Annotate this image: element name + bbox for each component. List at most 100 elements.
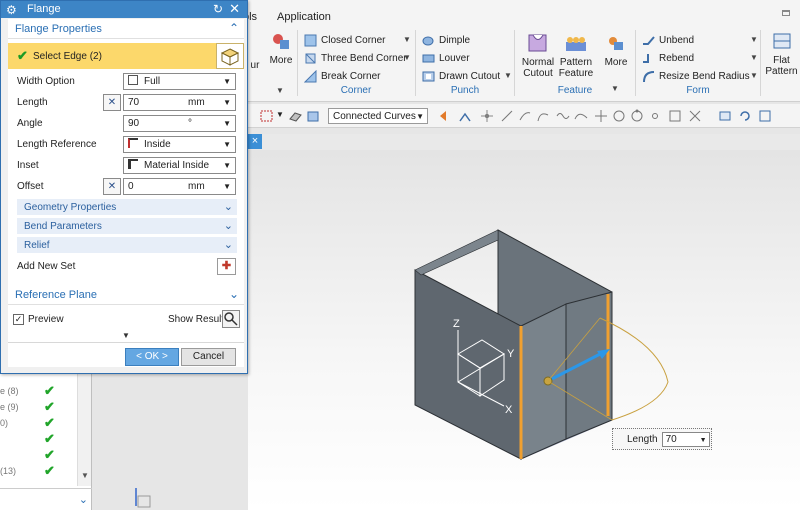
chevron-down-icon[interactable]: ▼ xyxy=(403,35,411,44)
closed-corner-button[interactable]: Closed Corner xyxy=(304,32,385,49)
chevron-down-icon[interactable]: ⌄ xyxy=(224,200,233,213)
stop-at-intersection-icon[interactable] xyxy=(438,109,452,123)
check-icon[interactable]: ✔ xyxy=(44,415,55,431)
circle-center-icon[interactable] xyxy=(612,109,626,123)
length-reference-select[interactable]: Inside ▼ xyxy=(123,136,236,153)
more-options-icon[interactable]: ▼ xyxy=(122,331,130,340)
grid-point-icon[interactable] xyxy=(668,109,682,123)
check-icon[interactable]: ✔ xyxy=(44,399,55,415)
select-body-icon[interactable] xyxy=(306,109,320,123)
graphics-viewport[interactable]: Z Y X xyxy=(135,150,800,510)
gear-icon[interactable]: ⚙ xyxy=(6,3,17,17)
flange-properties-header[interactable]: Flange Properties ⌃ xyxy=(8,19,244,39)
add-new-set-button[interactable]: ✚ xyxy=(217,258,236,275)
check-icon[interactable]: ✔ xyxy=(44,431,55,447)
length-callout[interactable]: Length 70 ▼ xyxy=(612,428,712,450)
navigator-collapsed-panel[interactable]: ⌄ xyxy=(0,488,92,510)
measure-icon[interactable]: ✕ xyxy=(103,94,121,111)
cancel-button[interactable]: Cancel xyxy=(181,348,236,366)
point-on-curve-icon[interactable] xyxy=(648,109,662,123)
list-item[interactable]: ✔ xyxy=(0,431,76,448)
close-icon[interactable]: × xyxy=(248,134,262,149)
follow-fillet-icon[interactable] xyxy=(458,109,472,123)
preview-checkbox[interactable]: ✓ xyxy=(13,314,24,325)
chevron-down-icon[interactable]: ▼ xyxy=(750,71,758,80)
length-input[interactable]: 70 mm ▼ xyxy=(123,94,236,111)
normal-cutout-button[interactable]: Normal Cutout xyxy=(521,32,555,79)
chevron-up-icon[interactable]: ⌃ xyxy=(229,21,239,35)
dimple-button[interactable]: Dimple xyxy=(422,32,470,49)
bend-parameters-section[interactable]: Bend Parameters ⌄ xyxy=(17,218,237,235)
chevron-down-icon[interactable]: ▼ xyxy=(403,53,411,62)
dimple-icon xyxy=(422,36,434,46)
refresh-icon[interactable] xyxy=(738,109,752,123)
window-restore-icon[interactable] xyxy=(782,10,790,16)
spline-icon[interactable] xyxy=(574,109,588,123)
check-icon[interactable]: ✔ xyxy=(44,463,55,479)
unbend-button[interactable]: Unbend xyxy=(642,32,694,49)
width-option-select[interactable]: Full ▼ xyxy=(123,73,236,90)
chevron-down-icon[interactable]: ⌄ xyxy=(224,238,233,251)
chevron-down-icon[interactable]: ▼ xyxy=(750,53,758,62)
length-callout-input[interactable]: 70 ▼ xyxy=(661,431,710,447)
break-corner-button[interactable]: Break Corner xyxy=(304,68,380,85)
chevron-down-icon[interactable]: ▼ xyxy=(504,71,512,80)
pattern-feature-button[interactable]: Pattern Feature xyxy=(557,32,595,79)
tab-application[interactable]: Application xyxy=(277,11,331,23)
chevron-down-icon[interactable]: ⌄ xyxy=(224,219,233,232)
list-item[interactable]: 0) ✔ xyxy=(0,415,76,432)
flat-pattern-button[interactable]: Flat Pattern xyxy=(763,30,800,77)
list-item[interactable]: (13) ✔ xyxy=(0,463,76,480)
ok-button[interactable]: < OK > xyxy=(125,348,179,366)
selection-box-icon[interactable] xyxy=(260,109,274,123)
geometry-properties-section[interactable]: Geometry Properties ⌄ xyxy=(17,199,237,216)
relief-section[interactable]: Relief ⌄ xyxy=(17,237,237,254)
inset-select[interactable]: Material Inside ▼ xyxy=(123,157,236,174)
feature-more-button[interactable]: More xyxy=(601,32,631,68)
close-icon[interactable]: ✕ xyxy=(229,1,240,17)
select-edge-button[interactable] xyxy=(216,43,244,69)
chevron-down-icon[interactable]: ▼ xyxy=(81,471,89,480)
dialog-title-bar[interactable]: ⚙ Flange ↻ ✕ xyxy=(1,1,247,18)
fit-view-icon[interactable] xyxy=(758,109,772,123)
ribbon-partial-button[interactable]: ur xyxy=(248,60,262,71)
snapshot-icon[interactable] xyxy=(718,109,732,123)
more-flange-button[interactable]: More xyxy=(267,30,295,66)
intersection-icon[interactable] xyxy=(688,109,702,123)
part-model xyxy=(414,229,669,460)
arc-icon[interactable] xyxy=(536,109,550,123)
reference-plane-header[interactable]: Reference Plane ⌄ xyxy=(8,285,244,305)
offset-input[interactable]: 0 mm ▼ xyxy=(123,178,236,195)
navigator-scrollbar[interactable]: ▼ xyxy=(77,374,91,486)
chevron-down-icon[interactable]: ▼ xyxy=(750,35,758,44)
show-result-button[interactable] xyxy=(222,310,240,328)
list-item[interactable]: e (8) ✔ xyxy=(0,383,76,400)
list-item[interactable]: e (9) ✔ xyxy=(0,399,76,416)
tangent-icon[interactable] xyxy=(518,109,532,123)
chevron-down-icon[interactable]: ⌄ xyxy=(229,287,239,301)
line-icon[interactable] xyxy=(500,109,514,123)
louver-button[interactable]: Louver xyxy=(422,50,470,67)
chevron-down-icon[interactable]: ▼ xyxy=(276,86,284,95)
subsection-title: Bend Parameters xyxy=(24,221,102,232)
select-face-icon[interactable] xyxy=(288,109,302,123)
chevron-down-icon[interactable]: ▼ xyxy=(276,110,284,119)
three-bend-corner-button[interactable]: Three Bend Corner xyxy=(304,50,407,67)
curve-rule-select[interactable]: Connected Curves ▼ xyxy=(328,108,428,124)
angle-input[interactable]: 90 ° ▼ xyxy=(123,115,236,132)
width-option-value: Full xyxy=(144,76,161,87)
check-icon[interactable]: ✔ xyxy=(44,447,55,463)
quadrant-icon[interactable] xyxy=(630,109,644,123)
list-item[interactable]: ✔ xyxy=(0,447,76,464)
reset-icon[interactable]: ↻ xyxy=(213,2,223,16)
measure-icon[interactable]: ✕ xyxy=(103,178,121,195)
check-icon[interactable]: ✔ xyxy=(44,383,55,399)
wave-icon[interactable] xyxy=(556,109,570,123)
rebend-button[interactable]: Rebend xyxy=(642,50,694,67)
chevron-down-icon[interactable]: ⌄ xyxy=(79,493,88,506)
perpendicular-icon[interactable] xyxy=(594,109,608,123)
resize-bend-radius-button[interactable]: Resize Bend Radius xyxy=(642,68,750,85)
drawn-cutout-button[interactable]: Drawn Cutout xyxy=(422,68,500,85)
select-edge-row[interactable]: ✔ Select Edge (2) xyxy=(8,43,244,69)
snap-point-icon[interactable] xyxy=(480,109,494,123)
